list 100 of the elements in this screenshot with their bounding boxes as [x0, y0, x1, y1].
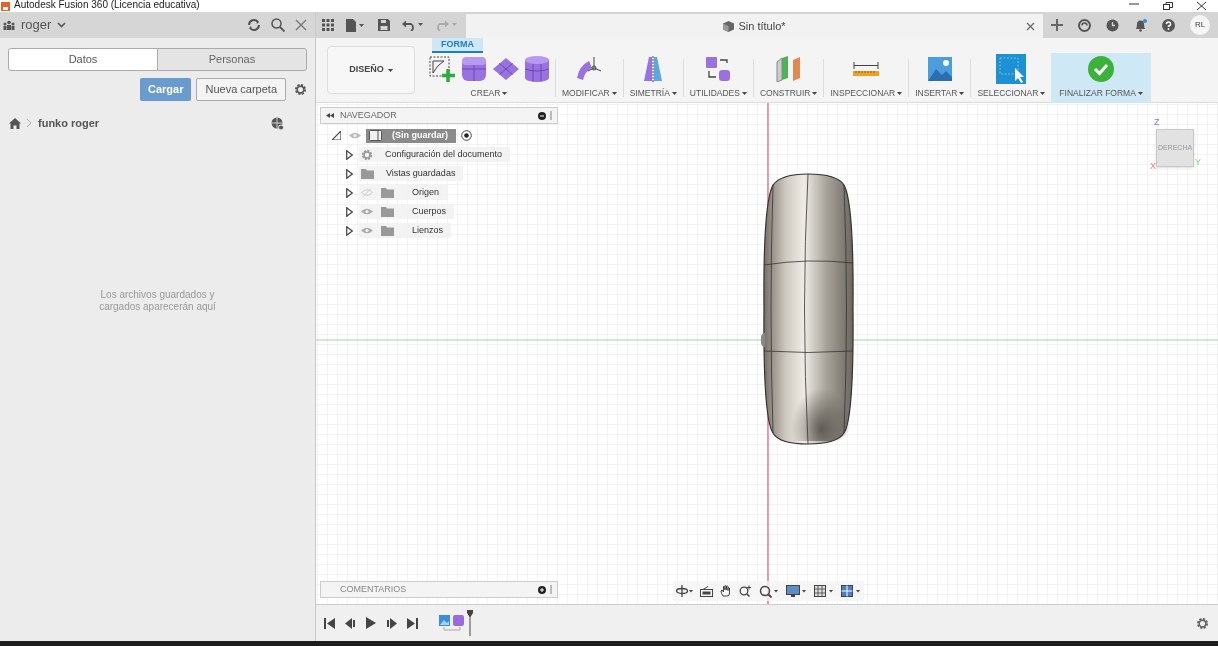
panel-tab[interactable]: Datos — [8, 48, 158, 71]
zoom-window-icon[interactable] — [759, 584, 779, 598]
caret-icon — [387, 68, 393, 72]
refresh-icon[interactable] — [247, 18, 261, 32]
new-folder-button[interactable]: Nueva carpeta — [196, 78, 286, 101]
new-tab-icon[interactable] — [1051, 19, 1063, 31]
tool-group-button[interactable]: SELECCIONAR — [974, 53, 1049, 103]
window-title: Autodesk Fusion 360 (Licencia educativa) — [14, 0, 200, 10]
folder-icon — [381, 225, 394, 236]
workspace-dropdown[interactable]: DISEÑO — [327, 46, 415, 94]
save-icon[interactable] — [378, 19, 390, 31]
cube-icon — [723, 20, 735, 32]
plus-circle-icon[interactable] — [538, 585, 546, 594]
display-settings-icon[interactable] — [786, 585, 807, 597]
apps-grid-icon[interactable] — [322, 19, 334, 31]
component-icon — [369, 130, 382, 141]
close-icon[interactable] — [1197, 2, 1206, 10]
tool-group-button[interactable]: UTILIDADES — [686, 53, 750, 103]
viewports-icon[interactable] — [841, 585, 861, 597]
notification-bell-icon[interactable] — [1134, 18, 1147, 32]
expand-triangle-icon[interactable] — [346, 206, 353, 217]
panel-handle-icon[interactable] — [550, 111, 552, 120]
edit-form-icon[interactable] — [575, 56, 604, 83]
folder-icon — [381, 206, 394, 217]
chevron-right-icon — [26, 118, 32, 129]
step-forward-icon[interactable] — [386, 617, 397, 629]
cylinder-icon[interactable] — [525, 56, 549, 83]
restore-icon[interactable] — [1163, 2, 1173, 10]
expand-triangle-icon[interactable] — [346, 187, 353, 198]
timeline-features-drawing[interactable] — [438, 610, 474, 636]
home-icon[interactable] — [9, 117, 21, 129]
tool-group-button[interactable]: INSERTAR — [912, 53, 968, 103]
collapse-icon[interactable] — [326, 113, 334, 118]
undo-icon[interactable] — [402, 19, 424, 31]
play-icon[interactable] — [366, 617, 376, 629]
chevron-down-icon[interactable] — [57, 22, 67, 28]
expand-triangle-icon[interactable] — [346, 225, 353, 236]
tool-group-button[interactable]: INSPECCIONAR — [827, 53, 906, 103]
browser-item[interactable]: Configuración del documento — [359, 147, 511, 162]
browser-item[interactable]: Cuerpos — [359, 204, 455, 219]
folder-icon — [381, 187, 394, 198]
pan-hand-icon[interactable] — [720, 585, 732, 597]
model-drawing[interactable] — [761, 173, 856, 445]
expand-triangle-icon[interactable] — [346, 168, 353, 179]
collapse-triangle-icon[interactable] — [332, 131, 341, 140]
caret-icon — [812, 92, 818, 96]
plane-icon[interactable] — [493, 58, 519, 81]
zoom-icon[interactable] — [739, 585, 752, 597]
sketch-plus-icon[interactable] — [429, 56, 455, 83]
folder-icon — [361, 168, 374, 179]
tool-group-button[interactable]: SIMETRÍA — [626, 53, 680, 103]
user-avatar[interactable]: RL — [1190, 15, 1210, 35]
skip-to-end-icon[interactable] — [407, 617, 418, 629]
panel-handle-icon[interactable] — [550, 585, 552, 594]
gear-icon — [361, 148, 373, 161]
breadcrumb-folder[interactable]: funko roger — [38, 115, 100, 132]
orbit-icon[interactable] — [676, 585, 693, 597]
tool-group-button[interactable]: CREAR — [426, 53, 552, 103]
extension-icon[interactable] — [1078, 18, 1091, 32]
tool-group-button[interactable]: MODIFICAR — [559, 53, 620, 103]
browser-item[interactable]: Origen — [359, 185, 447, 200]
minus-circle-icon[interactable] — [538, 111, 546, 120]
caret-icon — [1040, 92, 1046, 96]
camera-icon[interactable] — [700, 585, 713, 597]
utilities-icon[interactable] — [705, 56, 732, 83]
box-icon[interactable] — [461, 56, 487, 83]
browser-item[interactable]: Vistas guardadas — [359, 166, 464, 181]
image-icon[interactable] — [927, 57, 952, 82]
help-icon[interactable] — [1162, 18, 1175, 32]
clock-icon[interactable] — [1106, 18, 1119, 32]
project-dropdown[interactable]: roger — [21, 15, 52, 35]
step-back-icon[interactable] — [345, 617, 356, 629]
document-tab[interactable]: Sin título* — [466, 14, 1043, 38]
tool-group-button[interactable]: FINALIZAR FORMA — [1051, 53, 1151, 103]
file-menu-icon[interactable] — [346, 18, 366, 32]
search-icon[interactable] — [271, 18, 285, 32]
document-title: Sin título* — [738, 18, 786, 34]
skip-to-start-icon[interactable] — [324, 617, 335, 629]
settings-icon[interactable] — [1196, 616, 1209, 630]
grid-settings-icon[interactable] — [814, 585, 834, 597]
browser-item[interactable]: Lienzos — [359, 223, 452, 238]
caret-icon — [959, 92, 965, 96]
measure-ruler-icon[interactable] — [853, 61, 880, 78]
people-icon — [3, 20, 15, 30]
select-cursor-icon[interactable] — [996, 54, 1027, 85]
checkmark-icon[interactable] — [1088, 56, 1115, 83]
globe-icon[interactable] — [271, 116, 284, 130]
tool-group-button[interactable]: CONSTRUIR — [756, 53, 821, 103]
empty-state-message: Los archivos guardados y cargados aparecerán aquí — [98, 288, 217, 313]
caret-icon — [502, 92, 508, 96]
close-tab-icon[interactable] — [1026, 21, 1035, 31]
caret-icon — [671, 92, 677, 96]
browser-panel-title: NAVEGADOR — [340, 108, 397, 122]
axis-label: Y — [1195, 158, 1201, 167]
panel-tab[interactable]: Personas — [157, 48, 307, 71]
settings-icon[interactable] — [294, 83, 307, 96]
caret-icon — [611, 92, 617, 96]
caret-icon — [897, 92, 903, 96]
expand-triangle-icon[interactable] — [346, 149, 353, 160]
radio-target-icon[interactable] — [461, 130, 472, 141]
